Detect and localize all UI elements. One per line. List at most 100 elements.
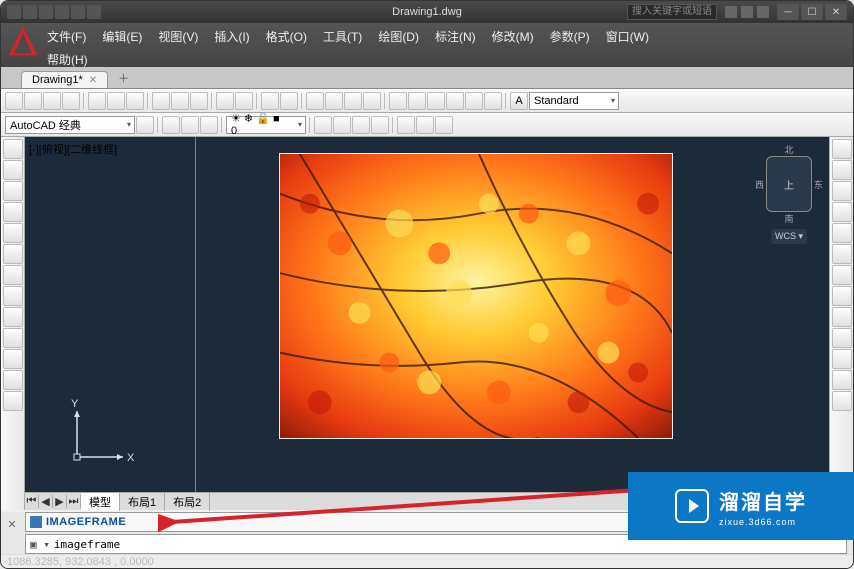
print-icon[interactable] <box>88 92 106 110</box>
qat-save-icon[interactable] <box>39 5 53 19</box>
qat-new-icon[interactable] <box>7 5 21 19</box>
app-menu-icon[interactable] <box>5 23 41 59</box>
close-tab-icon[interactable]: ✕ <box>89 75 97 86</box>
drawing-canvas[interactable]: [-][俯视][二维线框] <box>25 137 829 492</box>
zoom-realtime-icon[interactable] <box>325 92 343 110</box>
spline-tool-icon[interactable] <box>3 286 23 306</box>
minimize-button[interactable]: ─ <box>777 4 799 20</box>
table-tool-icon[interactable] <box>3 349 23 369</box>
fillet-tool-icon[interactable] <box>832 370 852 390</box>
zoom-window-icon[interactable] <box>344 92 362 110</box>
layer-state-icon[interactable] <box>162 116 180 134</box>
menu-help[interactable]: 帮助(H) <box>41 48 94 71</box>
tab-last-icon[interactable]: ⏭ <box>67 495 81 508</box>
tab-layout2[interactable]: 布局2 <box>165 493 210 511</box>
doc-tab-drawing1[interactable]: Drawing1* ✕ <box>21 71 108 88</box>
linetype-icon[interactable] <box>416 116 434 134</box>
mirror-tool-icon[interactable] <box>832 181 852 201</box>
cube-top-face[interactable]: 上 <box>766 156 812 212</box>
qat-undo-icon[interactable] <box>55 5 69 19</box>
exchange-icon[interactable] <box>741 6 753 18</box>
menu-draw[interactable]: 绘图(D) <box>372 25 425 48</box>
offset-tool-icon[interactable] <box>832 202 852 222</box>
new-file-icon[interactable] <box>5 92 23 110</box>
design-center-icon[interactable] <box>408 92 426 110</box>
select-icon[interactable] <box>333 116 351 134</box>
cmd-close-icon[interactable]: ✕ <box>5 518 19 532</box>
qat-print-icon[interactable] <box>87 5 101 19</box>
menu-format[interactable]: 格式(O) <box>260 25 313 48</box>
text-style-combo[interactable]: Standard <box>529 92 619 110</box>
hatch-tool-icon[interactable] <box>3 307 23 327</box>
menu-edit[interactable]: 编辑(E) <box>96 25 148 48</box>
publish-icon[interactable] <box>126 92 144 110</box>
quickcalc-icon[interactable] <box>484 92 502 110</box>
qat-redo-icon[interactable] <box>71 5 85 19</box>
cut-icon[interactable] <box>152 92 170 110</box>
saveas-icon[interactable] <box>62 92 80 110</box>
menu-insert[interactable]: 插入(I) <box>208 25 255 48</box>
trim-tool-icon[interactable] <box>832 328 852 348</box>
tool-palettes-icon[interactable] <box>427 92 445 110</box>
measure-icon[interactable] <box>314 116 332 134</box>
block-editor-icon[interactable] <box>235 92 253 110</box>
menu-tools[interactable]: 工具(T) <box>317 25 368 48</box>
view-cube[interactable]: 北 西 上 东 南 WCS ▾ <box>755 143 823 244</box>
erase-tool-icon[interactable] <box>832 139 852 159</box>
tab-first-icon[interactable]: ⏮ <box>25 495 39 508</box>
lineweight-icon[interactable] <box>435 116 453 134</box>
save-icon[interactable] <box>43 92 61 110</box>
match-props-icon[interactable] <box>216 92 234 110</box>
rect-tool-icon[interactable] <box>3 223 23 243</box>
paint-icon[interactable] <box>397 116 415 134</box>
tab-layout1[interactable]: 布局1 <box>120 493 165 511</box>
help-icon[interactable] <box>757 6 769 18</box>
wcs-dropdown[interactable]: WCS ▾ <box>771 229 807 244</box>
circle-tool-icon[interactable] <box>3 181 23 201</box>
sheet-set-icon[interactable] <box>446 92 464 110</box>
layer-freeze-icon[interactable] <box>181 116 199 134</box>
text-tool-icon[interactable] <box>3 328 23 348</box>
group-icon[interactable] <box>352 116 370 134</box>
zoom-prev-icon[interactable] <box>363 92 381 110</box>
array-tool-icon[interactable] <box>832 223 852 243</box>
preview-icon[interactable] <box>107 92 125 110</box>
pan-icon[interactable] <box>306 92 324 110</box>
properties-icon[interactable] <box>389 92 407 110</box>
open-file-icon[interactable] <box>24 92 42 110</box>
text-style-icon[interactable]: A <box>510 92 528 110</box>
login-icon[interactable] <box>725 6 737 18</box>
point-tool-icon[interactable] <box>3 370 23 390</box>
qat-open-icon[interactable] <box>23 5 37 19</box>
copy-tool-icon[interactable] <box>832 160 852 180</box>
maximize-button[interactable]: ☐ <box>801 4 823 20</box>
menu-params[interactable]: 参数(P) <box>544 25 596 48</box>
menu-file[interactable]: 文件(F) <box>41 25 92 48</box>
markup-icon[interactable] <box>465 92 483 110</box>
tab-next-icon[interactable]: ▶ <box>53 495 67 508</box>
layer-combo[interactable]: ☀ ❄ 🔓 ■ 0 <box>226 116 306 134</box>
workspace-settings-icon[interactable] <box>136 116 154 134</box>
menu-dim[interactable]: 标注(N) <box>429 25 482 48</box>
tab-model[interactable]: 模型 <box>81 493 120 511</box>
extend-tool-icon[interactable] <box>832 349 852 369</box>
undo-icon[interactable] <box>261 92 279 110</box>
rotate-tool-icon[interactable] <box>832 265 852 285</box>
arc-tool-icon[interactable] <box>3 202 23 222</box>
ungroup-icon[interactable] <box>371 116 389 134</box>
new-tab-button[interactable]: ＋ <box>112 68 135 88</box>
line-tool-icon[interactable] <box>3 139 23 159</box>
ellipse-tool-icon[interactable] <box>3 265 23 285</box>
explode-tool-icon[interactable] <box>832 391 852 411</box>
tab-prev-icon[interactable]: ◀ <box>39 495 53 508</box>
region-tool-icon[interactable] <box>3 391 23 411</box>
menu-view[interactable]: 视图(V) <box>152 25 204 48</box>
viewport-label[interactable]: [-][俯视][二维线框] <box>29 141 117 157</box>
polygon-tool-icon[interactable] <box>3 244 23 264</box>
copy-icon[interactable] <box>171 92 189 110</box>
redo-icon[interactable] <box>280 92 298 110</box>
paste-icon[interactable] <box>190 92 208 110</box>
stretch-tool-icon[interactable] <box>832 307 852 327</box>
menu-window[interactable]: 窗口(W) <box>600 25 655 48</box>
inserted-image[interactable] <box>279 153 673 439</box>
